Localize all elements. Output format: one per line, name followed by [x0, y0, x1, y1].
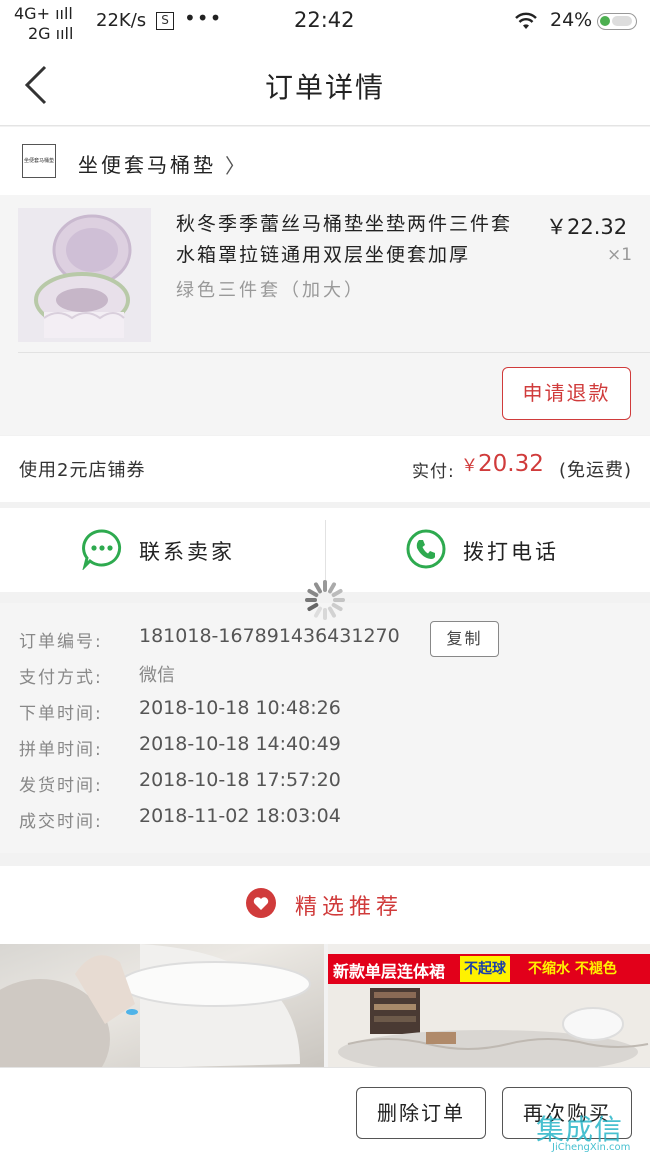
delete-order-button[interactable]: 删除订单	[356, 1087, 486, 1139]
recommend-title: 精选推荐	[295, 895, 404, 920]
network-2g-indicator: 2G ııll	[28, 24, 74, 43]
heart-icon	[246, 888, 276, 918]
group-time-value: 2018-10-18 14:40:49	[139, 733, 341, 755]
more-notifications-icon: •••	[184, 6, 223, 30]
deal-time-value: 2018-11-02 18:03:04	[139, 805, 341, 827]
paid-label: 实付:	[412, 462, 455, 482]
product-image[interactable]	[18, 208, 151, 342]
coupon-text: 使用2元店铺券	[19, 460, 146, 481]
divider	[325, 520, 326, 582]
toilet-cover-image	[18, 208, 151, 342]
wifi-icon	[515, 12, 537, 29]
product-spec: 绿色三件套（加大）	[176, 280, 365, 301]
shop-name[interactable]: 坐便套马桶垫	[78, 149, 216, 178]
promo-banner-text: 新款单层连体裙	[333, 962, 446, 981]
smart-toilet-image	[0, 944, 311, 1068]
group-time-label: 拼单时间:	[19, 740, 103, 760]
loading-spinner-icon	[305, 580, 345, 620]
order-time-label: 下单时间:	[19, 704, 103, 724]
contact-seller-button[interactable]: 联系卖家	[139, 536, 235, 566]
chevron-right-icon[interactable]: 〉	[225, 150, 245, 179]
currency-symbol: ￥	[461, 456, 478, 476]
order-number-value: 181018-167891436431270	[139, 625, 400, 647]
shipping-note: (免运费)	[559, 460, 633, 481]
recommend-item-image[interactable]	[0, 944, 324, 1068]
phone-icon[interactable]	[405, 528, 447, 570]
product-title[interactable]: 秋冬季季蕾丝马桶垫坐垫两件三件套水箱罩拉链通用双层坐便套加厚	[176, 209, 521, 271]
product-quantity: ×1	[607, 245, 633, 265]
chat-bubble-icon[interactable]	[81, 528, 123, 570]
payment-method-value: 微信	[139, 665, 175, 686]
paid-amount: ￥20.32	[461, 451, 544, 477]
promo-tag: 不缩水 不褪色	[528, 961, 617, 977]
network-speed: 22K/s	[96, 10, 147, 31]
paid-amount-value: 20.32	[478, 451, 544, 477]
ship-time-value: 2018-10-18 17:57:20	[139, 769, 341, 791]
call-phone-button[interactable]: 拨打电话	[463, 536, 559, 566]
status-time: 22:42	[294, 8, 355, 32]
network-4g-indicator: 4G+ ııll	[14, 4, 73, 23]
divider	[18, 352, 650, 353]
promo-tag: 不起球	[460, 956, 510, 982]
order-number-label: 订单编号:	[19, 632, 103, 652]
battery-percent: 24%	[550, 9, 593, 31]
s-app-icon: S	[156, 12, 174, 30]
order-time-value: 2018-10-18 10:48:26	[139, 697, 341, 719]
refund-button[interactable]: 申请退款	[502, 367, 631, 420]
page-title: 订单详情	[264, 71, 385, 104]
product-price: ￥22.32	[546, 215, 628, 239]
battery-icon	[597, 13, 637, 30]
ship-time-label: 发货时间:	[19, 776, 103, 796]
payment-method-label: 支付方式:	[19, 668, 103, 688]
shop-logo: 坐便套马桶垫	[22, 144, 56, 178]
deal-time-label: 成交时间:	[19, 812, 103, 832]
watermark-url: JiChengXin.com	[552, 1142, 631, 1153]
copy-button[interactable]: 复制	[430, 621, 499, 657]
